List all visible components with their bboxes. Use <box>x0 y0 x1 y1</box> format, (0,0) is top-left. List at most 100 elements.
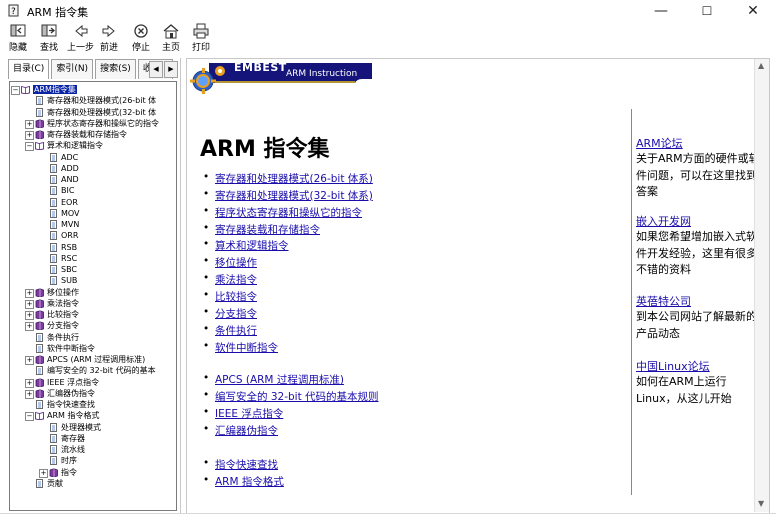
topic-link[interactable]: 汇编器伪指令 <box>203 423 278 438</box>
tree-item[interactable]: ORR <box>10 230 176 241</box>
tree-item[interactable]: RSC <box>10 253 176 264</box>
sidebar-link[interactable]: 嵌入开发网 <box>636 213 691 229</box>
tree-item[interactable]: 条件执行 <box>10 332 176 343</box>
tree-item[interactable]: − ARM指令集 <box>10 84 176 95</box>
scroll-down-icon[interactable]: ▼ <box>758 499 764 508</box>
topic-link[interactable]: 分支指令 <box>203 306 257 321</box>
tree-item[interactable]: + 汇编器伪指令 <box>10 388 176 399</box>
locate-button[interactable]: 查找 <box>40 23 58 54</box>
tree-item[interactable]: − 算术和逻辑指令 <box>10 140 176 152</box>
collapse-icon[interactable]: − <box>25 142 34 152</box>
sidebar-link[interactable]: 英蓓特公司 <box>636 293 691 309</box>
embest-banner: EMBEST ARM Instruction <box>187 59 372 95</box>
expand-icon[interactable]: + <box>25 356 34 365</box>
close-button[interactable]: ✕ <box>730 0 776 22</box>
back-button[interactable]: 上一步 <box>67 23 94 54</box>
tree-item[interactable]: + 乘法指令 <box>10 298 176 309</box>
forward-button[interactable]: 前进 <box>100 23 118 54</box>
topic-link[interactable]: 指令快速查找 <box>203 457 278 472</box>
topic-link[interactable]: 乘法指令 <box>203 272 257 287</box>
tab-contents[interactable]: 目录(C) <box>8 59 50 79</box>
tree-item-label: SBC <box>61 264 77 275</box>
topic-link[interactable]: 算术和逻辑指令 <box>203 238 288 253</box>
tree-item[interactable]: SBC <box>10 264 176 275</box>
topic-link[interactable]: 寄存器和处理器模式(32-bit 体系) <box>203 188 373 203</box>
tree-item[interactable]: + 程序状态寄存器和操纵它的指令 <box>10 118 176 129</box>
tree-item[interactable]: 寄存器和处理器模式(26-bit 体 <box>10 95 176 106</box>
tree-item[interactable]: ADD <box>10 163 176 174</box>
topic-link[interactable]: 比较指令 <box>203 289 257 304</box>
sidebar-link[interactable]: ARM论坛 <box>636 135 683 151</box>
minimize-button[interactable]: — <box>638 0 684 22</box>
expand-icon[interactable]: + <box>25 322 34 332</box>
tree-item[interactable]: + 比较指令 <box>10 309 176 320</box>
collapse-icon[interactable]: − <box>11 86 20 95</box>
tree-item[interactable]: EOR <box>10 197 176 208</box>
tree-item[interactable]: 寄存器 <box>10 433 176 444</box>
open-book-icon <box>21 85 30 95</box>
tree-item[interactable]: + 寄存器装载和存储指令 <box>10 129 176 140</box>
tree-item[interactable]: AND <box>10 174 176 185</box>
topic-link[interactable]: IEEE 浮点指令 <box>203 406 283 421</box>
stop-button[interactable]: 停止 <box>132 23 150 54</box>
tree-item[interactable]: + IEEE 浮点指令 <box>10 377 176 388</box>
hide-button[interactable]: 隐藏 <box>9 23 27 54</box>
tab-index[interactable]: 索引(N) <box>51 59 94 79</box>
print-button[interactable]: 打印 <box>192 23 210 54</box>
tree-item[interactable]: ADC <box>10 152 176 163</box>
topic-link[interactable]: 条件执行 <box>203 323 257 338</box>
tree-item[interactable]: 软件中断指令 <box>10 343 176 354</box>
expand-icon[interactable]: + <box>39 468 48 478</box>
sidebar-link[interactable]: 中国Linux论坛 <box>636 358 710 374</box>
tree-item-label: MVN <box>61 219 79 230</box>
tree-item[interactable]: 处理器模式 <box>10 422 176 433</box>
tree-item[interactable]: SUB <box>10 275 176 286</box>
expand-icon[interactable]: + <box>25 389 34 399</box>
tree-item[interactable]: 时序 <box>10 455 176 466</box>
tree-item[interactable]: + 移位操作 <box>10 287 176 298</box>
expand-icon[interactable]: + <box>25 119 34 129</box>
tree-item-text: 寄存器和处理器模式(32-bit 体 <box>47 107 157 117</box>
tree-item[interactable]: − ARM 指令格式 <box>10 410 176 422</box>
expand-icon[interactable]: + <box>25 131 34 140</box>
closed-book-icon <box>35 119 44 129</box>
page-icon <box>49 231 58 241</box>
collapse-icon[interactable]: − <box>25 412 34 422</box>
topic-link[interactable]: 软件中断指令 <box>203 340 278 355</box>
tree-item[interactable]: 指令快速查找 <box>10 399 176 410</box>
closed-book-icon <box>35 130 44 140</box>
tree-item[interactable]: + 分支指令 <box>10 320 176 332</box>
tree-item[interactable]: 贡献 <box>10 478 176 489</box>
topic-link[interactable]: 移位操作 <box>203 255 257 270</box>
vertical-scrollbar[interactable]: ▲ ▼ <box>754 59 769 512</box>
topic-link[interactable]: 编写安全的 32-bit 代码的基本规则 <box>203 389 378 404</box>
tree-item[interactable]: MVN <box>10 219 176 230</box>
tree-item[interactable]: BIC <box>10 185 176 196</box>
tree-item-text: 指令 <box>61 467 77 477</box>
page-icon <box>49 456 58 466</box>
topic-link[interactable]: 程序状态寄存器和操纵它的指令 <box>203 205 362 220</box>
tree-item[interactable]: MOV <box>10 208 176 219</box>
expand-icon[interactable]: + <box>25 288 34 298</box>
tree-item[interactable]: 流水线 <box>10 444 176 455</box>
maximize-button[interactable]: ☐ <box>684 0 730 22</box>
tree-item[interactable]: 编写安全的 32-bit 代码的基本 <box>10 365 176 376</box>
page-icon <box>49 242 58 252</box>
closed-book-icon <box>35 377 44 387</box>
expand-icon[interactable]: + <box>25 378 34 388</box>
topic-link[interactable]: 寄存器和处理器模式(26-bit 体系) <box>203 171 373 186</box>
tree-item[interactable]: RSB <box>10 242 176 253</box>
topic-link[interactable]: ARM 指令格式 <box>203 474 284 489</box>
topic-link[interactable]: APCS (ARM 过程调用标准) <box>203 372 344 387</box>
tree-item[interactable]: + 指令 <box>10 467 176 478</box>
topic-link[interactable]: 寄存器装载和存储指令 <box>203 222 320 237</box>
tab-scroll-right-icon[interactable]: ▶ <box>164 61 178 78</box>
scroll-up-icon[interactable]: ▲ <box>758 61 764 70</box>
tab-scroll-left-icon[interactable]: ◀ <box>149 61 163 78</box>
home-button[interactable]: 主页 <box>162 23 180 54</box>
tree-item[interactable]: 寄存器和处理器模式(32-bit 体 <box>10 107 176 118</box>
tree-item[interactable]: + APCS (ARM 过程调用标准) <box>10 354 176 365</box>
expand-icon[interactable]: + <box>25 299 34 309</box>
tab-search[interactable]: 搜索(S) <box>95 59 136 79</box>
expand-icon[interactable]: + <box>25 311 34 320</box>
